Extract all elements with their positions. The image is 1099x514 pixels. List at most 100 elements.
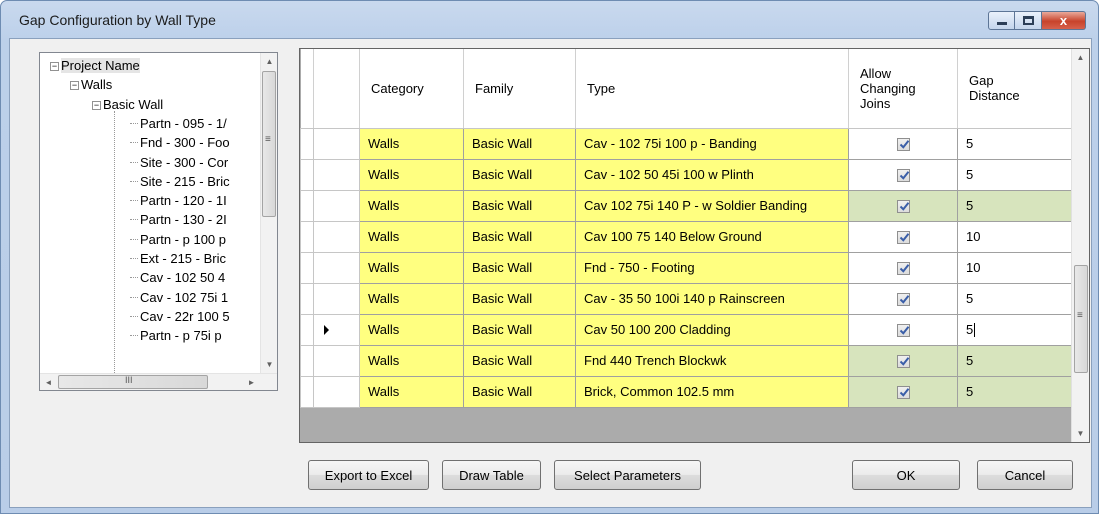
- export-to-excel-button[interactable]: Export to Excel: [308, 460, 429, 490]
- category-cell[interactable]: Walls: [359, 189, 464, 222]
- grid-vscroll-thumb[interactable]: ≡: [1074, 265, 1088, 373]
- allow-joins-cell[interactable]: [848, 313, 958, 346]
- grid-scroll-up-icon[interactable]: ▲: [1072, 49, 1089, 66]
- allow-joins-cell[interactable]: [848, 282, 958, 315]
- grid-vertical-scrollbar[interactable]: ▲ ≡ ▼: [1071, 49, 1089, 442]
- tree-node-expandable[interactable]: − Walls: [70, 76, 112, 93]
- allow-joins-checkbox[interactable]: [896, 324, 910, 338]
- table-row[interactable]: Walls Basic Wall Cav - 102 75i 100 p - Ban…: [300, 127, 1072, 160]
- category-cell[interactable]: Walls: [359, 251, 464, 284]
- family-cell[interactable]: Basic Wall: [463, 375, 576, 408]
- close-button[interactable]: x: [1042, 11, 1086, 30]
- type-cell[interactable]: Cav 100 75 140 Below Ground: [575, 220, 849, 253]
- scroll-left-icon[interactable]: ◄: [40, 374, 57, 390]
- allow-joins-checkbox[interactable]: [896, 169, 910, 183]
- gap-distance-cell[interactable]: 5: [957, 313, 1072, 346]
- tree-hscroll-thumb[interactable]: III: [58, 375, 208, 389]
- tree-leaf-node[interactable]: Partn - p 100 p: [130, 231, 226, 248]
- gap-distance-cell[interactable]: 5: [957, 282, 1072, 315]
- allow-joins-cell[interactable]: [848, 251, 958, 284]
- allow-joins-checkbox[interactable]: [896, 386, 910, 400]
- row-header[interactable]: [313, 127, 360, 160]
- tree-leaf-node[interactable]: Ext - 215 - Bric: [130, 250, 226, 267]
- tree-leaf-node[interactable]: Site - 215 - Bric: [130, 173, 230, 190]
- type-cell[interactable]: Cav - 35 50 100i 140 p Rainscreen: [575, 282, 849, 315]
- tree-leaf-node[interactable]: Fnd - 300 - Foo: [130, 134, 230, 151]
- tree-horizontal-scrollbar[interactable]: ◄ III ►: [40, 373, 277, 390]
- gap-distance-cell[interactable]: 5: [957, 158, 1072, 191]
- type-cell[interactable]: Fnd 440 Trench Blockwk: [575, 344, 849, 377]
- gap-distance-cell[interactable]: 10: [957, 220, 1072, 253]
- row-header[interactable]: [313, 375, 360, 408]
- grid-scroll-down-icon[interactable]: ▼: [1072, 425, 1089, 442]
- tree-leaf-node[interactable]: Cav - 102 75i 1: [130, 289, 228, 306]
- tree-node-expandable[interactable]: − Basic Wall: [92, 96, 163, 113]
- collapse-icon[interactable]: −: [50, 62, 59, 71]
- family-cell[interactable]: Basic Wall: [463, 127, 576, 160]
- table-row[interactable]: Walls Basic Wall Cav 50 100 200 Cladding 5: [300, 313, 1072, 346]
- category-cell[interactable]: Walls: [359, 220, 464, 253]
- allow-joins-cell[interactable]: [848, 158, 958, 191]
- allow-joins-checkbox[interactable]: [896, 293, 910, 307]
- family-cell[interactable]: Basic Wall: [463, 344, 576, 377]
- table-row[interactable]: Walls Basic Wall Cav - 35 50 100i 140 p Ra…: [300, 282, 1072, 315]
- column-header-category[interactable]: Category: [359, 49, 464, 129]
- row-header[interactable]: [313, 220, 360, 253]
- scroll-right-icon[interactable]: ►: [243, 374, 260, 390]
- tree-node-expandable[interactable]: − Project Name: [50, 57, 140, 74]
- cancel-button[interactable]: Cancel: [977, 460, 1073, 490]
- allow-joins-checkbox[interactable]: [896, 231, 910, 245]
- project-tree[interactable]: − Project Name − Walls − Basic Wall Partn - 09…: [39, 52, 278, 391]
- table-row[interactable]: Walls Basic Wall Cav 102 75i 140 P - w Sol…: [300, 189, 1072, 222]
- row-header[interactable]: [313, 158, 360, 191]
- type-cell[interactable]: Cav 50 100 200 Cladding: [575, 313, 849, 346]
- category-cell[interactable]: Walls: [359, 127, 464, 160]
- tree-leaf-node[interactable]: Partn - 095 - 1/: [130, 115, 227, 132]
- family-cell[interactable]: Basic Wall: [463, 313, 576, 346]
- type-cell[interactable]: Cav 102 75i 140 P - w Soldier Banding: [575, 189, 849, 222]
- family-cell[interactable]: Basic Wall: [463, 158, 576, 191]
- scroll-up-icon[interactable]: ▲: [261, 53, 277, 70]
- gap-distance-cell[interactable]: 10: [957, 251, 1072, 284]
- table-row[interactable]: Walls Basic Wall Cav 100 75 140 Below Grou…: [300, 220, 1072, 253]
- row-header[interactable]: [313, 313, 360, 346]
- row-header[interactable]: [313, 251, 360, 284]
- category-cell[interactable]: Walls: [359, 344, 464, 377]
- gap-distance-cell[interactable]: 5: [957, 127, 1072, 160]
- minimize-button[interactable]: [988, 11, 1015, 30]
- family-cell[interactable]: Basic Wall: [463, 282, 576, 315]
- table-row[interactable]: Walls Basic Wall Brick, Common 102.5 mm 5: [300, 375, 1072, 408]
- allow-joins-cell[interactable]: [848, 375, 958, 408]
- gap-distance-cell[interactable]: 5: [957, 375, 1072, 408]
- category-cell[interactable]: Walls: [359, 313, 464, 346]
- column-header-gap-distance[interactable]: Gap Distance: [957, 49, 1072, 129]
- collapse-icon[interactable]: −: [92, 100, 101, 110]
- select-parameters-button[interactable]: Select Parameters: [554, 460, 701, 490]
- type-cell[interactable]: Cav - 102 75i 100 p - Banding: [575, 127, 849, 160]
- allow-joins-checkbox[interactable]: [896, 138, 910, 152]
- allow-joins-cell[interactable]: [848, 127, 958, 160]
- row-header[interactable]: [313, 189, 360, 222]
- row-header[interactable]: [313, 344, 360, 377]
- type-cell[interactable]: Brick, Common 102.5 mm: [575, 375, 849, 408]
- tree-leaf-node[interactable]: Cav - 22r 100 5: [130, 308, 230, 325]
- tree-leaf-node[interactable]: Partn - 120 - 1I: [130, 192, 227, 209]
- tree-leaf-node[interactable]: Site - 300 - Cor: [130, 154, 228, 171]
- allow-joins-checkbox[interactable]: [896, 355, 910, 369]
- wall-type-grid[interactable]: Category Family Type Allow Changing Join…: [299, 48, 1090, 443]
- type-cell[interactable]: Cav - 102 50 45i 100 w Plinth: [575, 158, 849, 191]
- column-header-type[interactable]: Type: [575, 49, 849, 129]
- table-row[interactable]: Walls Basic Wall Cav - 102 50 45i 100 w Pl…: [300, 158, 1072, 191]
- row-header[interactable]: [313, 282, 360, 315]
- family-cell[interactable]: Basic Wall: [463, 220, 576, 253]
- type-cell[interactable]: Fnd - 750 - Footing: [575, 251, 849, 284]
- allow-joins-checkbox[interactable]: [896, 200, 910, 214]
- tree-leaf-node[interactable]: Partn - p 75i p: [130, 327, 222, 344]
- maximize-button[interactable]: [1015, 11, 1042, 30]
- tree-vertical-scrollbar[interactable]: ▲ ≡ ▼: [260, 53, 277, 373]
- table-row[interactable]: Walls Basic Wall Fnd 440 Trench Blockwk 5: [300, 344, 1072, 377]
- column-header-family[interactable]: Family: [463, 49, 576, 129]
- collapse-icon[interactable]: −: [70, 81, 79, 91]
- category-cell[interactable]: Walls: [359, 282, 464, 315]
- tree-leaf-node[interactable]: Partn - 130 - 2I: [130, 211, 227, 228]
